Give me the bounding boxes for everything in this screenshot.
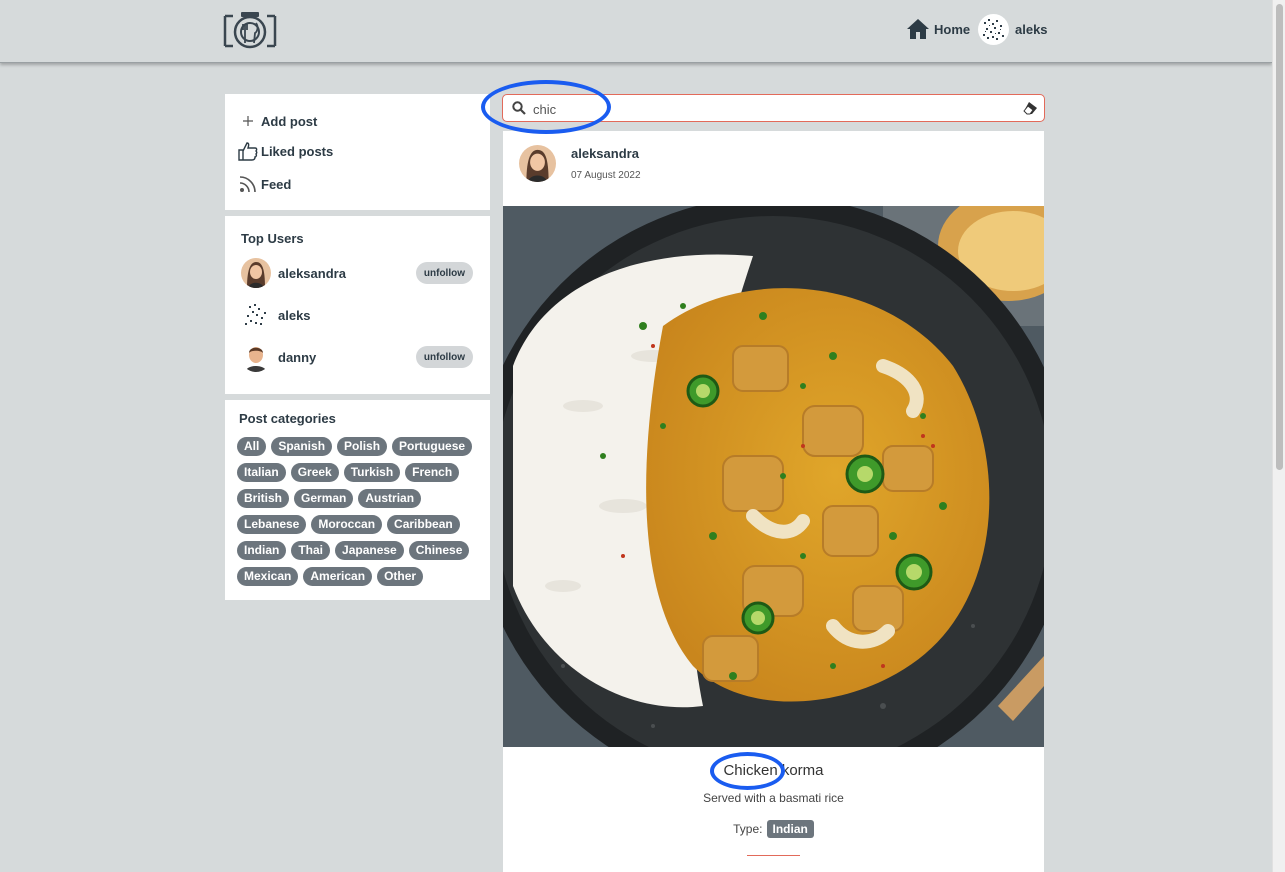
category-chip[interactable]: Mexican: [237, 567, 299, 586]
category-chip[interactable]: Thai: [291, 541, 331, 560]
user-name[interactable]: aleks: [278, 308, 473, 323]
plus-icon: [237, 110, 259, 132]
search-icon: [512, 101, 526, 115]
rss-icon: [237, 173, 259, 195]
post-type: Type: Indian: [503, 820, 1044, 838]
avatar[interactable]: [241, 258, 271, 288]
user-row-aleksandra: aleksandra unfollow: [241, 257, 473, 289]
avatar[interactable]: [241, 342, 271, 372]
post-type-label: Type:: [733, 822, 763, 836]
category-chip[interactable]: All: [237, 437, 267, 456]
category-chip[interactable]: American: [303, 567, 373, 586]
sidebar-item-feed[interactable]: Feed: [237, 173, 291, 195]
post-title: Chicken korma: [723, 762, 824, 779]
page-scrollbar[interactable]: [1272, 0, 1285, 872]
post-header: aleksandra 07 August 2022: [519, 145, 641, 182]
sidebar-item-label: Add post: [261, 113, 318, 129]
category-chip[interactable]: Chinese: [408, 541, 470, 560]
categories-title: Post categories: [239, 411, 336, 426]
sidebar-item-add-post[interactable]: Add post: [237, 110, 317, 132]
scrollbar-thumb[interactable]: [1276, 4, 1283, 470]
category-chip[interactable]: Moroccan: [311, 515, 383, 534]
category-chip[interactable]: Italian: [237, 463, 286, 482]
user-row-danny: danny unfollow: [241, 341, 473, 373]
avatar[interactable]: [519, 145, 556, 182]
category-chip[interactable]: Polish: [337, 437, 388, 456]
post-date: 07 August 2022: [571, 170, 641, 181]
user-name[interactable]: danny: [278, 350, 416, 365]
post-categories-card: Post categories All Spanish Polish Portugue…: [225, 400, 490, 600]
category-list: All Spanish Polish Portuguese Italian Greek Tu…: [237, 437, 483, 586]
camera-plate-logo[interactable]: [221, 10, 279, 51]
eraser-icon[interactable]: [1023, 101, 1038, 115]
post-author[interactable]: aleksandra: [571, 146, 641, 161]
home-label: Home: [934, 21, 971, 37]
user-name[interactable]: aleksandra: [278, 266, 416, 281]
category-chip[interactable]: Japanese: [335, 541, 404, 560]
post-card: aleksandra 07 August 2022 Chicken korma …: [503, 131, 1044, 872]
category-chip[interactable]: Indian: [237, 541, 287, 560]
user-row-aleks: aleks: [241, 299, 473, 331]
search-bar: [502, 94, 1045, 122]
sidebar-item-label: Liked posts: [261, 143, 334, 159]
search-input[interactable]: [533, 99, 1013, 119]
user-label: aleks: [1015, 22, 1048, 37]
home-link[interactable]: Home: [906, 18, 970, 40]
divider: [747, 855, 800, 856]
category-chip[interactable]: Portuguese: [392, 437, 473, 456]
post-image[interactable]: [503, 206, 1044, 747]
sidebar-item-liked-posts[interactable]: Liked posts: [237, 140, 333, 162]
home-icon: [907, 19, 929, 39]
unfollow-button[interactable]: unfollow: [415, 262, 473, 284]
category-chip[interactable]: Greek: [290, 463, 339, 482]
category-chip[interactable]: Austrian: [358, 489, 422, 508]
thumbs-up-icon: [237, 140, 259, 162]
post-description: Served with a basmati rice: [703, 791, 844, 805]
avatar: [978, 14, 1009, 45]
category-chip[interactable]: Lebanese: [237, 515, 307, 534]
top-users-title: Top Users: [241, 231, 304, 246]
top-users-card: Top Users aleksandra unfollow aleks dann…: [225, 216, 490, 394]
unfollow-button[interactable]: unfollow: [415, 346, 473, 368]
category-chip[interactable]: Caribbean: [387, 515, 460, 534]
user-menu[interactable]: aleks: [978, 14, 1048, 45]
sidebar-item-label: Feed: [261, 176, 292, 192]
category-chip[interactable]: German: [294, 489, 354, 508]
sidebar-menu: Add post Liked posts Feed: [225, 94, 490, 210]
avatar[interactable]: [241, 300, 271, 330]
category-chip[interactable]: French: [405, 463, 460, 482]
post-type-badge[interactable]: Indian: [766, 820, 814, 838]
category-chip[interactable]: Other: [377, 567, 424, 586]
top-navbar: Home aleks: [0, 0, 1272, 63]
category-chip[interactable]: Turkish: [343, 463, 401, 482]
category-chip[interactable]: British: [237, 489, 290, 508]
category-chip[interactable]: Spanish: [271, 437, 333, 456]
